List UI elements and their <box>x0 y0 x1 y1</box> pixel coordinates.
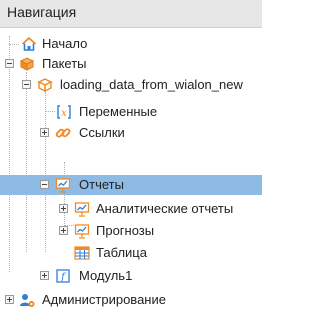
tree-item-variables[interactable]: x Переменные <box>0 102 262 122</box>
collapse-toggle[interactable] <box>22 80 31 89</box>
tree-item-home[interactable]: Начало <box>0 34 262 54</box>
tree-item-administration[interactable]: Администрирование <box>0 290 262 310</box>
tree-item-package[interactable]: loading_data_from_wialon_new <box>0 75 262 95</box>
table-icon <box>73 244 91 262</box>
expand-toggle[interactable] <box>40 271 49 280</box>
tree-item-label: Пакеты <box>42 56 87 71</box>
navigation-tree: Начало Пакеты loading_data_from_wialon_n… <box>0 28 262 307</box>
tree-item-packages[interactable]: Пакеты <box>0 54 262 74</box>
administration-icon <box>18 291 36 309</box>
tree-item-label: Отчеты <box>79 177 124 192</box>
package-icon <box>36 76 54 94</box>
tree-item-label: Аналитические отчеты <box>96 201 234 216</box>
expand-toggle[interactable] <box>5 295 14 304</box>
home-icon <box>20 35 38 53</box>
expand-toggle[interactable] <box>59 204 68 213</box>
tree-item-label: Прогнозы <box>96 223 155 238</box>
forecasts-icon <box>73 222 91 240</box>
tree-item-label: Таблица <box>96 245 147 260</box>
tree-item-label: Администрирование <box>42 292 166 307</box>
collapse-toggle[interactable] <box>5 59 14 68</box>
tree-item-links[interactable]: Ссылки <box>0 123 262 143</box>
svg-text:x: x <box>61 108 67 119</box>
tree-item-label: Начало <box>42 36 88 51</box>
panel-title: Навигация <box>0 0 262 28</box>
tree-item-label: Модуль1 <box>79 268 133 283</box>
tree-item-label: loading_data_from_wialon_new <box>60 77 243 92</box>
navigation-panel: Навигация Начало Пакеты loading_data_fro… <box>0 0 262 307</box>
packages-icon <box>18 55 36 73</box>
tree-item-table[interactable]: Таблица <box>0 243 262 263</box>
expand-toggle[interactable] <box>40 128 49 137</box>
tree-item-forecasts[interactable]: Прогнозы <box>0 221 262 241</box>
tree-item-analytic-reports[interactable]: Аналитические отчеты <box>0 199 262 219</box>
tree-item-reports[interactable]: Отчеты <box>0 175 262 195</box>
variables-icon: x <box>55 103 73 121</box>
tree-item-label: Ссылки <box>79 125 125 140</box>
tree-item-module[interactable]: f Модуль1 <box>0 266 262 286</box>
collapse-toggle[interactable] <box>40 180 49 189</box>
analytic-reports-icon <box>73 200 91 218</box>
expand-toggle[interactable] <box>59 226 68 235</box>
reports-icon <box>54 176 72 194</box>
module-icon: f <box>54 267 72 285</box>
links-icon <box>54 124 72 142</box>
tree-item-label: Переменные <box>79 104 158 119</box>
